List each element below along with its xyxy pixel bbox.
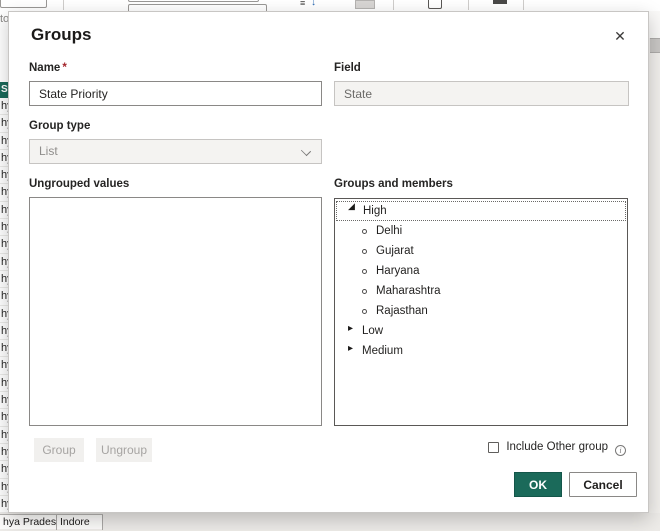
groups-members-label: Groups and members bbox=[334, 178, 453, 190]
groups-members-tree: High Delhi Gujarat Haryana Maharashtra R… bbox=[334, 198, 628, 426]
group-button: Group bbox=[34, 438, 84, 462]
name-label: Name* bbox=[29, 62, 67, 74]
ok-button[interactable]: OK bbox=[514, 472, 562, 497]
bg-table-cell: hya Pradesh bbox=[0, 515, 57, 530]
ungroup-button: Ungroup bbox=[96, 438, 152, 462]
tree-member-label: Delhi bbox=[376, 225, 402, 237]
sort-icon: ≡ bbox=[300, 0, 305, 8]
ribbon-icon-fragment bbox=[428, 0, 442, 9]
tree-group-label: Low bbox=[362, 325, 383, 337]
include-other-checkbox[interactable] bbox=[488, 442, 499, 453]
ribbon-control-fragment bbox=[0, 0, 47, 8]
tree-member-label: Gujarat bbox=[376, 245, 414, 257]
tree-group-high[interactable]: High bbox=[336, 201, 626, 221]
group-type-label: Group type bbox=[29, 120, 90, 132]
name-input[interactable] bbox=[29, 81, 322, 106]
bg-table-cell: Indore bbox=[57, 515, 103, 530]
dialog-title: Groups bbox=[31, 25, 91, 45]
bullet-icon bbox=[362, 249, 367, 254]
tree-member[interactable]: Maharashtra bbox=[335, 281, 627, 301]
collapsed-arrow-icon[interactable] bbox=[348, 327, 356, 335]
bullet-icon bbox=[362, 289, 367, 294]
group-type-dropdown: List bbox=[29, 139, 322, 164]
chevron-down-icon bbox=[302, 147, 310, 155]
bg-right-panel-top bbox=[649, 11, 660, 38]
bg-table-row: hya Pradesh Indore bbox=[0, 514, 103, 529]
ribbon-separator bbox=[63, 0, 64, 10]
include-other-label[interactable]: Include Other group bbox=[506, 441, 608, 453]
tree-member-label: Haryana bbox=[376, 265, 419, 277]
field-label: Field bbox=[334, 62, 361, 74]
field-input bbox=[334, 81, 629, 106]
tree-member[interactable]: Haryana bbox=[335, 261, 627, 281]
ribbon-separator bbox=[523, 0, 524, 10]
scrollbar-thumb[interactable] bbox=[650, 38, 660, 53]
ribbon-separator bbox=[468, 0, 469, 10]
tree-member[interactable]: Delhi bbox=[335, 221, 627, 241]
cancel-button[interactable]: Cancel bbox=[569, 472, 637, 497]
sort-arrow-icon: ↓ bbox=[311, 0, 316, 8]
tree-group-low[interactable]: Low bbox=[335, 321, 627, 341]
groups-dialog: Groups ✕ Name* Field Group type List Ung… bbox=[8, 11, 649, 513]
ribbon-separator bbox=[393, 0, 394, 10]
ribbon-icon-fragment bbox=[355, 0, 375, 9]
ribbon-control-fragment bbox=[128, 0, 259, 2]
ungrouped-values-label: Ungrouped values bbox=[29, 178, 129, 190]
group-type-value: List bbox=[39, 144, 58, 158]
required-asterisk: * bbox=[62, 62, 66, 74]
tree-member[interactable]: Gujarat bbox=[335, 241, 627, 261]
app-background: ≡ ↓ to Sta hyhyhyhyhyhyhyhyhyhyhyhyhyhyh… bbox=[0, 0, 660, 531]
bullet-icon bbox=[362, 229, 367, 234]
include-other-group-row: Include Other group i bbox=[488, 441, 626, 453]
tree-group-label: High bbox=[363, 205, 387, 217]
tree-member-label: Rajasthan bbox=[376, 305, 428, 317]
tree-member-label: Maharashtra bbox=[376, 285, 441, 297]
name-label-text: Name bbox=[29, 62, 60, 74]
close-icon[interactable]: ✕ bbox=[610, 26, 630, 46]
ribbon-icon-fragment bbox=[493, 0, 507, 4]
bg-right-panel bbox=[649, 11, 660, 513]
tree-group-label: Medium bbox=[362, 345, 403, 357]
expanded-arrow-icon[interactable] bbox=[349, 207, 357, 215]
collapsed-arrow-icon[interactable] bbox=[348, 347, 356, 355]
info-icon[interactable]: i bbox=[615, 445, 626, 456]
bullet-icon bbox=[362, 269, 367, 274]
bullet-icon bbox=[362, 309, 367, 314]
tree-group-medium[interactable]: Medium bbox=[335, 341, 627, 361]
ungrouped-values-listbox[interactable] bbox=[29, 197, 322, 426]
bg-bottom-strip: hya Pradesh Indore bbox=[0, 513, 660, 531]
tree-member[interactable]: Rajasthan bbox=[335, 301, 627, 321]
